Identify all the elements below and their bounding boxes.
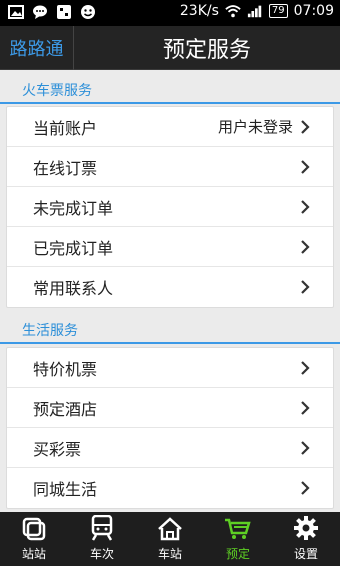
- row-label: 在线订票: [33, 158, 98, 178]
- account-status: 用户未登录: [217, 118, 293, 136]
- cart-icon: [225, 518, 251, 539]
- row-label: 已完成订单: [33, 238, 114, 258]
- chat-icon: [32, 4, 48, 20]
- row-label: 同城生活: [33, 480, 98, 499]
- app-header: 路路通 预定服务: [0, 26, 340, 70]
- row-pending-orders[interactable]: 未完成订单: [7, 187, 333, 227]
- row-lottery[interactable]: 买彩票: [7, 428, 333, 468]
- status-bar: 23K/s 79 07:09: [0, 0, 340, 26]
- chevron-right-icon: [301, 239, 310, 254]
- tab-label: 车站: [157, 547, 182, 561]
- section-title-life: 生活服务: [22, 323, 78, 339]
- signal-icon: [247, 3, 263, 19]
- row-label: 当前账户: [33, 118, 98, 138]
- row-label: 买彩票: [33, 439, 82, 459]
- scan-icon: [56, 4, 72, 20]
- smiley-icon: [80, 4, 96, 20]
- life-services-card: 特价机票 预定酒店 买彩票 同城生活: [6, 347, 334, 509]
- image-icon: [8, 4, 24, 20]
- tab-station-to-station[interactable]: 站站: [0, 512, 68, 566]
- bottom-tab-bar: 站站 车次 车站 预定 设置: [0, 512, 340, 566]
- tab-station[interactable]: 车站: [136, 512, 204, 566]
- gear-icon: [294, 516, 318, 540]
- tab-label: 站站: [21, 547, 46, 561]
- row-current-account[interactable]: 当前账户 用户未登录: [7, 107, 333, 147]
- tab-booking[interactable]: 预定: [204, 512, 272, 566]
- row-label: 常用联系人: [33, 279, 114, 298]
- row-discount-flights[interactable]: 特价机票: [7, 348, 333, 388]
- chevron-right-icon: [301, 400, 310, 415]
- row-label: 预定酒店: [33, 399, 98, 419]
- chevron-right-icon: [301, 360, 310, 375]
- chevron-right-icon: [301, 440, 310, 455]
- chevron-right-icon: [301, 280, 310, 294]
- brand-button[interactable]: 路路通: [0, 26, 74, 70]
- chevron-right-icon: [301, 199, 310, 214]
- page-title: 预定服务: [162, 38, 251, 63]
- chevron-right-icon: [301, 159, 310, 174]
- train-services-card: 当前账户 用户未登录 在线订票 未完成订单 已完成订单 常用联系人: [6, 106, 334, 308]
- row-city-life[interactable]: 同城生活: [7, 468, 333, 508]
- row-contacts[interactable]: 常用联系人: [7, 267, 333, 307]
- station-to-station-icon: [22, 517, 46, 541]
- network-speed: 23K/s: [179, 3, 219, 19]
- train-icon: [91, 515, 113, 541]
- chevron-right-icon: [301, 119, 310, 134]
- tab-label: 设置: [293, 547, 318, 561]
- wifi-icon: [225, 3, 241, 19]
- house-icon: [158, 517, 182, 541]
- section-title-train: 火车票服务: [22, 83, 92, 99]
- section-divider: [0, 342, 340, 344]
- section-divider: [0, 102, 340, 104]
- tab-settings[interactable]: 设置: [272, 512, 340, 566]
- row-label: 未完成订单: [33, 198, 114, 218]
- tab-label: 预定: [225, 547, 250, 561]
- battery-level: 79: [268, 4, 288, 18]
- tab-train-number[interactable]: 车次: [68, 512, 136, 566]
- row-online-booking[interactable]: 在线订票: [7, 147, 333, 187]
- tab-label: 车次: [89, 547, 114, 561]
- row-completed-orders[interactable]: 已完成订单: [7, 227, 333, 267]
- row-label: 特价机票: [33, 359, 98, 379]
- row-hotel-booking[interactable]: 预定酒店: [7, 388, 333, 428]
- chevron-right-icon: [301, 481, 310, 495]
- clock: 07:09: [293, 3, 334, 19]
